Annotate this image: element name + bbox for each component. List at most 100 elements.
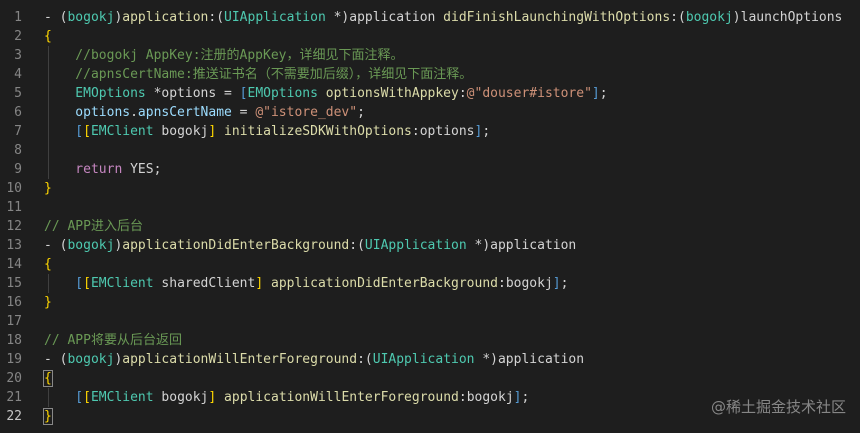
line-number: 15 <box>6 276 22 291</box>
code-text[interactable]: { <box>44 255 52 274</box>
code-line[interactable]: 16} <box>0 293 860 312</box>
code-token: bogokj <box>153 124 209 139</box>
line-number: 10 <box>6 181 22 196</box>
line-number: 22 <box>6 409 22 424</box>
code-editor[interactable]: 1- (bogokj)application:(UIApplication *)… <box>0 0 860 433</box>
code-token: ; <box>560 276 569 291</box>
code-token: [ <box>44 124 84 139</box>
code-token: - <box>44 238 60 253</box>
code-token: apnsCertName <box>137 105 232 120</box>
code-token: ] <box>552 276 561 291</box>
line-number: 12 <box>6 219 22 234</box>
code-text[interactable]: [[EMClient bogokj] applicationWillEnterF… <box>44 388 529 407</box>
code-token: launchOptions <box>740 10 843 25</box>
code-token: EMClient <box>90 390 154 405</box>
code-token: EMOptions <box>44 86 154 101</box>
code-token: = <box>231 105 256 120</box>
indent-guide <box>48 388 49 407</box>
code-line[interactable]: 1- (bogokj)application:(UIApplication *)… <box>0 8 860 27</box>
code-text[interactable]: } <box>43 407 53 426</box>
code-token: bogokj <box>466 390 514 405</box>
code-token: application <box>349 10 436 25</box>
code-token: EMClient <box>90 124 154 139</box>
code-text[interactable]: options.apnsCertName = @"istore_dev"; <box>44 103 365 122</box>
code-line[interactable]: 2{ <box>0 27 860 46</box>
code-token: UIApplication <box>372 352 475 367</box>
code-token: - <box>44 352 60 367</box>
line-number: 17 <box>6 314 22 329</box>
code-token: application <box>122 10 209 25</box>
code-text[interactable]: { <box>44 27 52 46</box>
code-text[interactable]: - (bogokj)applicationWillEnterForeground… <box>44 350 584 369</box>
code-token: bogokj <box>685 10 733 25</box>
code-text[interactable]: return YES; <box>44 160 161 179</box>
code-token: //bogokj AppKey:注册的AppKey，详细见下面注释。 <box>44 48 404 63</box>
code-token: bogokj <box>67 352 115 367</box>
code-line[interactable]: 18 // APP将要从后台返回 <box>0 331 860 350</box>
code-token: : <box>458 86 467 101</box>
code-line[interactable]: 11 <box>0 198 860 217</box>
code-token: applicationWillEnterForeground <box>122 352 358 367</box>
code-token: ( <box>357 238 365 253</box>
code-token: { <box>44 257 52 272</box>
line-number: 5 <box>14 86 22 101</box>
code-line[interactable]: 3 //bogokj AppKey:注册的AppKey，详细见下面注释。 <box>0 46 860 65</box>
line-number: 18 <box>6 333 22 348</box>
code-line[interactable]: 6 options.apnsCertName = @"istore_dev"; <box>0 103 860 122</box>
code-token: bogokj <box>153 390 209 405</box>
code-token: *) <box>466 238 491 253</box>
code-text[interactable]: - (bogokj)application:(UIApplication *)a… <box>44 8 842 27</box>
code-text[interactable]: [[EMClient sharedClient] applicationDidE… <box>44 274 568 293</box>
code-line[interactable]: 9 return YES; <box>0 160 860 179</box>
line-number: 19 <box>6 352 22 367</box>
code-token: } <box>44 295 52 310</box>
line-number: 20 <box>6 371 22 386</box>
code-line[interactable]: 12 // APP进入后台 <box>0 217 860 236</box>
code-token: [ <box>83 390 91 405</box>
line-number: 6 <box>14 105 22 120</box>
code-token: ] <box>255 276 264 291</box>
code-text[interactable]: } <box>44 179 52 198</box>
code-line[interactable]: 13- (bogokj)applicationDidEnterBackgroun… <box>0 236 860 255</box>
line-number: 21 <box>6 390 22 405</box>
code-line[interactable]: 7 [[EMClient bogokj] initializeSDKWithOp… <box>0 122 860 141</box>
code-token: : <box>497 276 506 291</box>
code-token: ; <box>357 105 365 120</box>
code-line[interactable]: 4 //apnsCertName:推送证书名（不需要加后缀），详细见下面注释。 <box>0 65 860 84</box>
code-line[interactable]: 15 [[EMClient sharedClient] applicationD… <box>0 274 860 293</box>
line-number: 3 <box>14 48 22 63</box>
code-token: application <box>497 352 585 367</box>
code-text[interactable]: EMOptions *options = [EMOptions optionsW… <box>44 84 607 103</box>
code-token: ; <box>521 390 530 405</box>
line-number: 8 <box>14 143 22 158</box>
code-token: [ <box>44 276 84 291</box>
line-number: 1 <box>14 10 22 25</box>
code-line[interactable]: 5 EMOptions *options = [EMOptions option… <box>0 84 860 103</box>
code-text[interactable]: - (bogokj)applicationDidEnterBackground:… <box>44 236 576 255</box>
code-text[interactable]: { <box>43 369 53 388</box>
code-token: bogokj <box>67 238 115 253</box>
code-line[interactable]: 14 { <box>0 255 860 274</box>
code-token: : <box>458 390 467 405</box>
code-line[interactable]: 17 <box>0 312 860 331</box>
code-text[interactable]: } <box>44 293 52 312</box>
code-token: sharedClient <box>153 276 256 291</box>
code-token: . <box>130 105 138 120</box>
line-number: 16 <box>6 295 22 310</box>
code-text[interactable]: //apnsCertName:推送证书名（不需要加后缀），详细见下面注释。 <box>44 65 472 84</box>
code-line[interactable]: 19 - (bogokj)applicationWillEnterForegrou… <box>0 350 860 369</box>
code-text[interactable]: // APP将要从后台返回 <box>44 331 182 350</box>
code-text[interactable]: //bogokj AppKey:注册的AppKey，详细见下面注释。 <box>44 46 404 65</box>
code-line[interactable]: 10} <box>0 179 860 198</box>
code-text[interactable]: [[EMClient bogokj] initializeSDKWithOpti… <box>44 122 490 141</box>
code-line[interactable]: 20 { <box>0 369 860 388</box>
code-token: @"douser#istore" <box>466 86 592 101</box>
code-text[interactable]: // APP进入后台 <box>44 217 143 236</box>
code-token: @"istore_dev" <box>255 105 358 120</box>
code-token: [ <box>44 390 84 405</box>
code-token: { <box>43 370 53 387</box>
code-line[interactable]: 8 <box>0 141 860 160</box>
code-token: // APP将要从后台返回 <box>44 333 182 348</box>
code-token: ( <box>216 10 225 25</box>
code-token: } <box>43 408 53 425</box>
